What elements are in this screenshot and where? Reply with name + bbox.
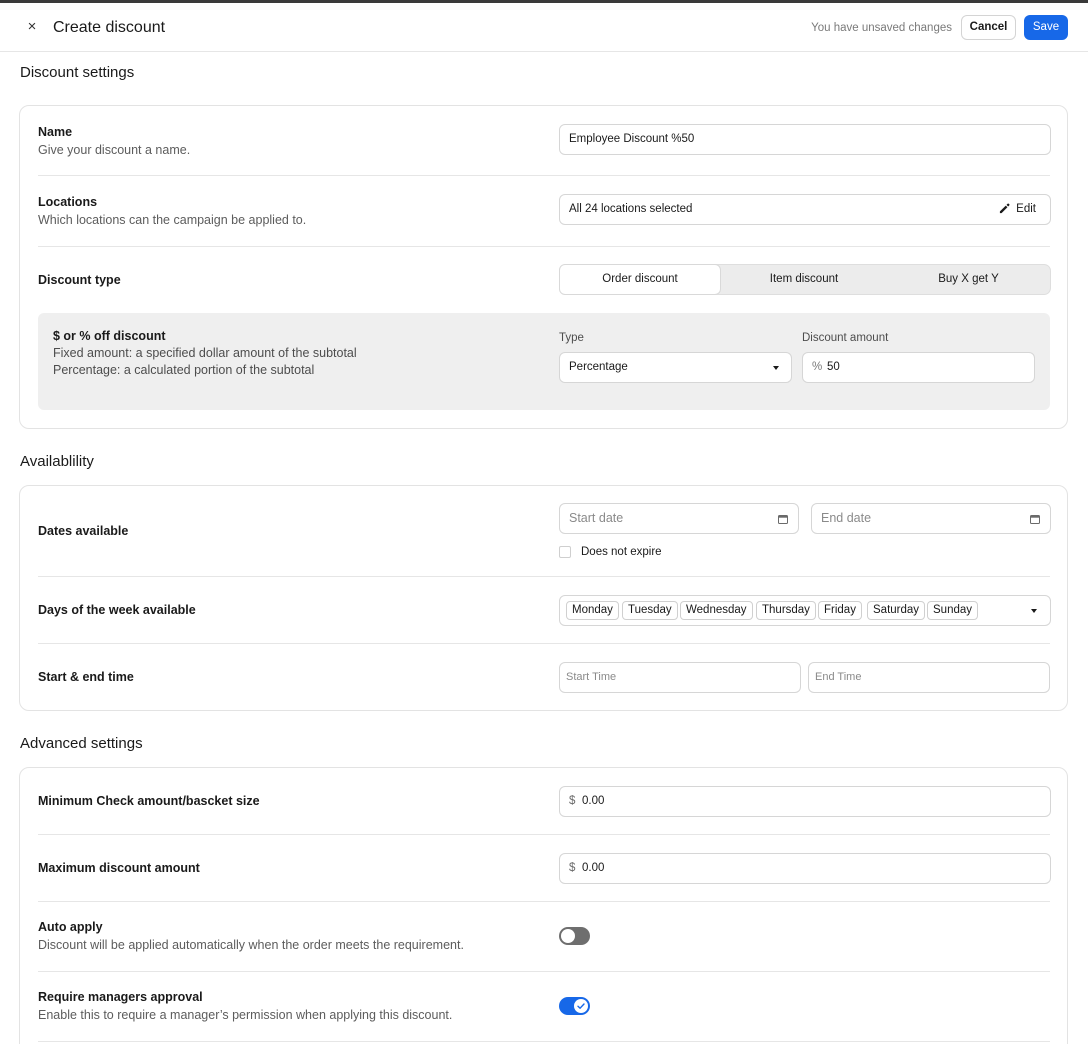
manager-approval-label: Require managers approval (38, 990, 203, 1004)
off-discount-description-fixed: Fixed amount: a specified dollar amount … (53, 346, 357, 360)
calendar-icon[interactable] (1030, 514, 1040, 524)
day-chip-tuesday[interactable]: Tuesday (622, 601, 678, 620)
max-discount-label: Maximum discount amount (38, 861, 200, 875)
start-date-placeholder: Start date (569, 511, 624, 525)
section-title-discount-settings: Discount settings (20, 64, 135, 81)
off-discount-title: $ or % off discount (53, 329, 166, 343)
check-icon (577, 1003, 585, 1009)
manager-approval-toggle[interactable] (559, 997, 590, 1015)
tab-buy-x-get-y[interactable]: Buy X get Y (887, 265, 1050, 294)
advanced-settings-card: Minimum Check amount/bascket size $ 0.00… (19, 767, 1068, 1044)
divider (38, 175, 1050, 176)
min-check-label: Minimum Check amount/bascket size (38, 794, 260, 808)
off-discount-description-percentage: Percentage: a calculated portion of the … (53, 363, 315, 377)
end-date-input[interactable]: End date (811, 503, 1051, 534)
edit-locations-button[interactable]: Edit (999, 195, 1036, 224)
percent-prefix: % (812, 361, 823, 373)
tab-item-discount[interactable]: Item discount (723, 265, 885, 294)
start-time-input[interactable]: Start Time (559, 662, 801, 693)
day-chip-wednesday[interactable]: Wednesday (680, 601, 753, 620)
name-label: Name (38, 125, 73, 139)
name-input-value: Employee Discount %50 (569, 133, 695, 145)
page-header: × Create discount You have unsaved chang… (0, 3, 1088, 52)
toggle-knob (561, 929, 575, 943)
close-icon[interactable]: × (24, 17, 40, 37)
day-chip-sunday[interactable]: Sunday (927, 601, 979, 620)
max-discount-value: 0.00 (582, 862, 605, 874)
discount-settings-card: Name Give your discount a name. Employee… (19, 105, 1068, 429)
section-title-availability: Availablility (20, 453, 94, 470)
name-description: Give your discount a name. (38, 143, 191, 157)
locations-field[interactable]: All 24 locations selected Edit (559, 194, 1051, 225)
auto-apply-toggle[interactable] (559, 927, 590, 945)
start-end-time-label: Start & end time (38, 670, 134, 684)
day-chip-saturday[interactable]: Saturday (867, 601, 926, 620)
end-time-placeholder: End Time (815, 671, 862, 683)
off-discount-panel: $ or % off discount Fixed amount: a spec… (38, 313, 1050, 410)
day-chip-monday[interactable]: Monday (566, 601, 619, 620)
cancel-button[interactable]: Cancel (961, 15, 1016, 40)
days-of-week-select[interactable]: Monday Tuesday Wednesday Thursday Friday… (559, 595, 1051, 626)
divider (38, 643, 1050, 644)
day-chip-thursday[interactable]: Thursday (756, 601, 816, 620)
does-not-expire-label: Does not expire (581, 546, 662, 558)
manager-approval-description: Enable this to require a manager’s permi… (38, 1008, 453, 1022)
min-check-value: 0.00 (582, 795, 605, 807)
max-discount-input[interactable]: $ 0.00 (559, 853, 1051, 884)
calendar-icon[interactable] (778, 514, 788, 524)
end-date-placeholder: End date (821, 511, 872, 525)
unsaved-changes-notice: You have unsaved changes (811, 22, 952, 34)
start-time-placeholder: Start Time (566, 671, 617, 683)
toggle-knob (574, 999, 588, 1013)
discount-amount-value: 50 (827, 361, 840, 373)
availability-card: Dates available Start date End date Does… (19, 485, 1068, 711)
dollar-prefix: $ (569, 862, 576, 874)
pencil-icon (1000, 203, 1010, 214)
chevron-down-icon[interactable] (1031, 609, 1037, 613)
type-label: Type (559, 332, 584, 344)
dates-available-label: Dates available (38, 524, 129, 538)
divider (38, 1041, 1050, 1042)
discount-type-segmented-control: Order discount Item discount Buy X get Y (559, 264, 1051, 295)
discount-amount-input[interactable]: % 50 (802, 352, 1035, 383)
does-not-expire-checkbox[interactable] (559, 546, 571, 558)
type-select-value: Percentage (569, 361, 628, 373)
discount-amount-label: Discount amount (802, 332, 889, 344)
end-time-input[interactable]: End Time (808, 662, 1050, 693)
auto-apply-label: Auto apply (38, 920, 103, 934)
divider (38, 834, 1050, 835)
locations-label: Locations (38, 195, 98, 209)
locations-description: Which locations can the campaign be appl… (38, 213, 307, 227)
section-title-advanced-settings: Advanced settings (20, 735, 143, 752)
edit-label: Edit (1016, 203, 1036, 215)
day-chip-friday[interactable]: Friday (818, 601, 862, 620)
auto-apply-description: Discount will be applied automatically w… (38, 938, 464, 952)
locations-value: All 24 locations selected (569, 203, 693, 215)
divider (38, 901, 1050, 902)
name-input[interactable]: Employee Discount %50 (559, 124, 1051, 155)
divider (38, 246, 1050, 247)
divider (38, 576, 1050, 577)
save-button[interactable]: Save (1024, 15, 1068, 40)
discount-type-label: Discount type (38, 273, 121, 287)
start-date-input[interactable]: Start date (559, 503, 799, 534)
divider (38, 971, 1050, 972)
days-of-week-label: Days of the week available (38, 603, 196, 617)
page-title: Create discount (53, 19, 166, 36)
min-check-input[interactable]: $ 0.00 (559, 786, 1051, 817)
type-select[interactable]: Percentage (559, 352, 792, 383)
dollar-prefix: $ (569, 795, 576, 807)
chevron-down-icon (773, 366, 779, 370)
tab-order-discount[interactable]: Order discount (559, 264, 721, 295)
